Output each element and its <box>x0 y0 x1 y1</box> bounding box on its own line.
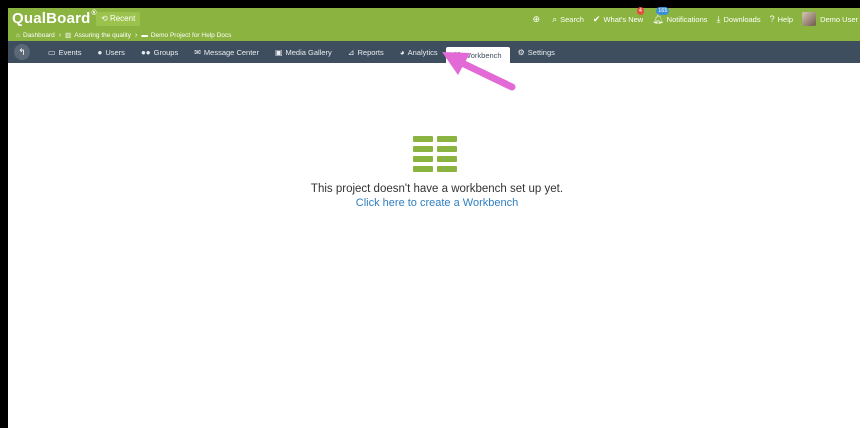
envelope-icon: ✉ <box>194 47 201 57</box>
gear-icon: ⚙ <box>517 47 525 57</box>
main-content: This project doesn't have a workbench se… <box>8 63 860 428</box>
search-icon: ⌕ <box>552 13 558 24</box>
breadcrumb-client[interactable]: Assuring the quality <box>74 30 131 41</box>
search-label: Search <box>560 14 584 24</box>
breadcrumb: ⌂ Dashboard › ▥ Assuring the quality › ▬… <box>8 30 860 41</box>
help-icon: ? <box>769 14 775 24</box>
download-icon: ⤓ <box>716 13 721 24</box>
tab-groups-label: Groups <box>153 47 179 57</box>
tab-media-gallery[interactable]: ▣ Media Gallery <box>267 41 340 63</box>
calendar-icon: ▭ <box>48 47 56 57</box>
help-label: Help <box>777 14 794 24</box>
app-window: QualBoard® ⟲ Recent ⊕ ⌕ Search ✔ What's … <box>8 6 860 428</box>
notifications-badge: 165 <box>656 6 670 15</box>
globe-icon: ⊕ <box>532 13 541 24</box>
downloads-label: Downloads <box>723 14 761 24</box>
screenshot-frame-left <box>0 0 8 428</box>
screenshot-frame-top <box>0 0 860 8</box>
help-button[interactable]: ? Help <box>770 14 793 24</box>
globe-button[interactable]: ⊕ <box>533 14 544 25</box>
recent-button[interactable]: ⟲ Recent <box>96 12 141 26</box>
gallery-icon: ▣ <box>274 47 283 57</box>
tab-groups[interactable]: ●● Groups <box>133 41 186 63</box>
tab-media-gallery-label: Media Gallery <box>285 47 332 57</box>
tab-users[interactable]: ● Users <box>90 41 133 63</box>
chevron-right-icon: › <box>58 32 62 39</box>
tab-message-center-label: Message Center <box>203 47 259 57</box>
bell-icon: 🔔︎ <box>652 13 664 24</box>
tab-events[interactable]: ▭ Events <box>40 41 90 63</box>
avatar <box>802 12 817 26</box>
user-menu[interactable]: Demo User <box>802 12 858 26</box>
tab-settings-label: Settings <box>527 47 555 57</box>
app-logo-text: QualBoard <box>12 10 91 27</box>
empty-state-message: This project doesn't have a workbench se… <box>310 183 564 195</box>
whats-new-button[interactable]: ✔ What's New 4 <box>592 6 644 25</box>
create-workbench-link[interactable]: Click here to create a Workbench <box>8 197 860 209</box>
folder-icon: ▬ <box>141 32 148 39</box>
tab-events-label: Events <box>58 47 82 57</box>
back-icon: ↰ <box>18 47 26 57</box>
workbench-large-icon <box>413 136 461 174</box>
notifications-label: Notifications <box>666 14 708 24</box>
tab-reports[interactable]: ⊿ Reports <box>340 41 392 63</box>
breadcrumb-dashboard[interactable]: Dashboard <box>23 30 55 41</box>
user-icon: ● <box>97 47 103 57</box>
breadcrumb-project[interactable]: Demo Project for Help Docs <box>151 30 232 41</box>
project-nav: ↰ ▭ Events ● Users ●● Groups ✉ Message C… <box>8 41 860 63</box>
annotation-arrow-icon <box>442 52 516 91</box>
tab-reports-label: Reports <box>357 47 384 57</box>
tab-message-center[interactable]: ✉ Message Center <box>186 41 267 63</box>
megaphone-icon: ✔ <box>592 13 601 24</box>
chart-icon: ⊿ <box>347 47 355 57</box>
app-logo[interactable]: QualBoard® <box>12 10 97 27</box>
whats-new-label: What's New <box>603 14 644 24</box>
top-bar: QualBoard® ⟲ Recent ⊕ ⌕ Search ✔ What's … <box>8 6 860 30</box>
top-right-menu: ⊕ ⌕ Search ✔ What's New 4 🔔︎ Notificatio… <box>533 6 860 30</box>
group-icon: ●● <box>140 47 151 57</box>
building-icon: ▥ <box>65 32 72 39</box>
tab-users-label: Users <box>105 47 125 57</box>
user-name: Demo User <box>820 14 858 24</box>
search-button[interactable]: ⌕ Search <box>552 14 584 25</box>
tab-analytics-label: Analytics <box>407 47 438 57</box>
history-icon: ⟲ <box>101 14 108 23</box>
pie-icon: ◕ <box>399 47 405 57</box>
notifications-button[interactable]: 🔔︎ Notifications 165 <box>652 6 708 25</box>
back-button[interactable]: ↰ <box>14 44 30 60</box>
downloads-button[interactable]: ⤓ Downloads <box>717 14 761 25</box>
home-icon: ⌂ <box>16 32 20 39</box>
whats-new-badge: 4 <box>636 6 644 15</box>
recent-label: Recent <box>109 14 136 23</box>
chevron-right-icon: › <box>134 32 138 39</box>
